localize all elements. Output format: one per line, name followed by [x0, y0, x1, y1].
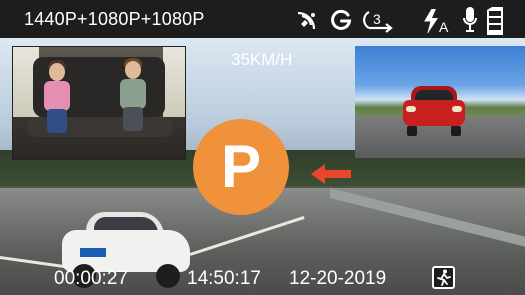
- date: 12-20-2019: [289, 268, 387, 289]
- interior-camera-inset[interactable]: [12, 46, 186, 160]
- clock-time: 14:50:17: [187, 268, 261, 289]
- speed-readout: 35KM/H: [231, 50, 293, 69]
- resolution-label: 1440P+1080P+1080P: [24, 9, 205, 29]
- elapsed-time: 00:00:27: [54, 268, 128, 289]
- parking-mode-badge: P: [193, 119, 289, 215]
- car-window: [163, 47, 185, 117]
- arrow-left-icon: [311, 164, 351, 184]
- microphone-icon: [463, 7, 477, 32]
- g-sensor-icon: [331, 9, 352, 30]
- loop-recording-icon: 3: [363, 11, 393, 33]
- motion-detection-icon: [432, 266, 455, 289]
- status-bar: 1440P+1080P+1080P 3 A: [0, 0, 525, 38]
- dashcam-screen: 1440P+1080P+1080P 3 A 35KM/H P 00:00:27 …: [0, 0, 525, 295]
- loop-minutes: 3: [373, 11, 381, 27]
- sd-card-icon: [487, 7, 503, 35]
- auto-flash-icon: A: [424, 8, 449, 35]
- flash-mode: A: [439, 19, 449, 35]
- red-car: [403, 86, 465, 136]
- gps-signal-icon: [297, 11, 316, 30]
- running-person-icon: [437, 269, 451, 286]
- rear-camera-inset[interactable]: [355, 46, 525, 158]
